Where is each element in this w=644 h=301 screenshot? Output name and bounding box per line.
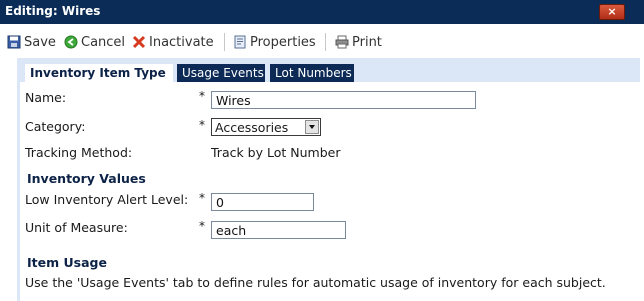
tracking-method-label: Tracking Method: [25,145,133,160]
low-alert-input[interactable] [211,193,314,211]
green-circle-cancel-icon [64,35,78,49]
category-select[interactable]: Accessories [211,118,321,136]
cancel-label: Cancel [81,34,126,50]
tracking-method-value: Track by Lot Number [211,145,341,160]
properties-button[interactable]: Properties [233,34,316,50]
section-heading-inventory-values: Inventory Values [27,171,146,186]
print-label: Print [352,34,382,50]
category-label: Category: [25,119,86,134]
printer-icon [335,35,349,49]
red-x-icon [132,35,146,49]
inactivate-label: Inactivate [149,34,214,50]
name-input[interactable] [211,91,476,109]
chevron-down-icon [305,120,319,134]
inactivate-button[interactable]: Inactivate [132,34,214,50]
toolbar-divider [325,33,326,51]
unit-of-measure-input[interactable] [211,221,346,239]
cancel-button[interactable]: Cancel [64,34,125,50]
window-title: Editing: Wires [5,4,101,18]
required-marker: * [199,89,205,103]
tab-lot-numbers[interactable]: Lot Numbers [270,64,354,82]
floppy-save-icon [7,35,21,49]
low-alert-label: Low Inventory Alert Level: [25,192,189,207]
close-button[interactable]: × [599,4,625,20]
section-heading-item-usage: Item Usage [27,255,107,270]
document-properties-icon [233,35,247,49]
item-usage-help-text: Use the 'Usage Events' tab to define rul… [25,275,606,290]
tab-usage-events[interactable]: Usage Events [177,64,265,82]
category-selected-value: Accessories [215,120,289,135]
save-label: Save [24,34,56,50]
tab-inventory-item-type[interactable]: Inventory Item Type [25,64,173,83]
window-titlebar: Editing: Wires × [0,0,644,24]
toolbar: Save Cancel Inactivate Properties Print [0,24,644,58]
required-marker: * [199,219,205,233]
required-marker: * [199,191,205,205]
required-marker: * [199,118,205,132]
toolbar-divider [224,33,225,51]
save-button[interactable]: Save [7,34,56,50]
properties-label: Properties [250,34,316,50]
print-button[interactable]: Print [335,34,382,50]
name-label: Name: [25,90,67,105]
unit-of-measure-label: Unit of Measure: [25,220,128,235]
